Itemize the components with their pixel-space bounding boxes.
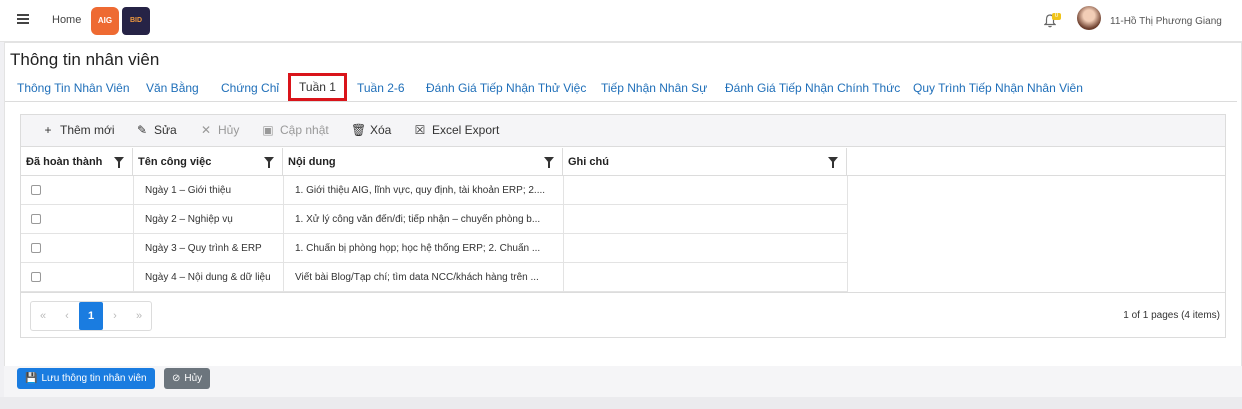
notification-badge: 0 bbox=[1052, 13, 1061, 20]
save-employee-label: Lưu thông tin nhân viên bbox=[41, 373, 147, 384]
pager-buttons: « ‹ 1 › » bbox=[30, 301, 152, 331]
task-name-cell: Ngày 2 – Nghiệp vụ bbox=[145, 214, 233, 225]
add-button[interactable]: + Thêm mới bbox=[41, 123, 115, 137]
main-panel: Thông tin nhân viên Thông Tin Nhân Viên … bbox=[4, 42, 1242, 397]
content-cell: 1. Giới thiệu AIG, lĩnh vực, quy định, t… bbox=[295, 185, 546, 196]
column-header-note[interactable]: Ghi chú bbox=[563, 148, 847, 176]
cancel-edit-label: Hủy bbox=[218, 123, 240, 137]
task-name-cell: Ngày 4 – Nội dung & dữ liệu bbox=[145, 272, 271, 283]
first-page-button[interactable]: « bbox=[31, 302, 55, 330]
content-cell: 1. Xử lý công văn đến/đi; tiếp nhận – ch… bbox=[295, 214, 541, 225]
save-icon: 💾 bbox=[25, 373, 38, 384]
filter-icon[interactable] bbox=[264, 157, 274, 168]
column-header-done-label: Đã hoàn thành bbox=[26, 156, 103, 168]
table-row[interactable]: Ngày 2 – Nghiệp vụ 1. Xử lý công văn đến… bbox=[21, 205, 847, 234]
last-page-button[interactable]: » bbox=[127, 302, 151, 330]
update-button-label: Cập nhật bbox=[280, 123, 329, 137]
filter-icon[interactable] bbox=[544, 157, 554, 168]
delete-button-label: Xóa bbox=[370, 123, 392, 137]
form-footer: 💾 Lưu thông tin nhân viên ⊘ Hủy bbox=[4, 366, 1242, 397]
menu-icon[interactable] bbox=[17, 14, 29, 24]
done-checkbox[interactable] bbox=[31, 214, 41, 224]
table-row[interactable]: Ngày 1 – Giới thiệu 1. Giới thiệu AIG, l… bbox=[21, 176, 847, 205]
table-row[interactable]: Ngày 4 – Nội dung & dữ liệu Viết bài Blo… bbox=[21, 263, 847, 292]
delete-button[interactable]: 🗑 Xóa bbox=[351, 123, 391, 137]
bid-logo[interactable]: BID bbox=[122, 7, 150, 35]
excel-export-button[interactable]: ☒ Excel Export bbox=[413, 123, 500, 137]
tab-official-review[interactable]: Đánh Giá Tiếp Nhận Chính Thức bbox=[725, 81, 900, 95]
done-checkbox[interactable] bbox=[31, 243, 41, 253]
column-header-content-label: Nội dung bbox=[288, 156, 336, 168]
pager-info: 1 of 1 pages (4 items) bbox=[1123, 310, 1220, 321]
filter-icon[interactable] bbox=[828, 157, 838, 168]
excel-export-label: Excel Export bbox=[432, 123, 500, 137]
cancel-button-label: Hủy bbox=[184, 373, 203, 384]
column-divider bbox=[563, 176, 564, 292]
pager: « ‹ 1 › » 1 of 1 pages (4 items) bbox=[21, 292, 1225, 338]
update-button[interactable]: ▣ Cập nhật bbox=[261, 123, 329, 137]
user-name[interactable]: 11-Hồ Thị Phương Giang bbox=[1110, 16, 1222, 27]
save-icon: ▣ bbox=[262, 123, 274, 137]
content-cell: Viết bài Blog/Tạp chí; tìm data NCC/khác… bbox=[295, 272, 539, 283]
column-header-note-label: Ghi chú bbox=[568, 156, 609, 168]
ban-icon: ⊘ bbox=[172, 373, 181, 384]
grid-toolbar: + Thêm mới ✎ Sửa ✕ Hủy ▣ Cập nhật 🗑 Xóa ☒ Exce… bbox=[21, 115, 1225, 147]
page-bottom bbox=[0, 397, 1242, 409]
trash-icon: 🗑 bbox=[351, 123, 367, 137]
excel-icon: ☒ bbox=[414, 123, 426, 137]
tab-week-2-6[interactable]: Tuần 2-6 bbox=[357, 81, 405, 95]
avatar[interactable] bbox=[1077, 6, 1101, 30]
tab-week-1[interactable]: Tuần 1 bbox=[288, 73, 347, 101]
column-header-done[interactable]: Đã hoàn thành bbox=[21, 148, 133, 176]
filter-icon[interactable] bbox=[114, 157, 124, 168]
tab-degrees[interactable]: Văn Bằng bbox=[146, 81, 199, 95]
table-row[interactable]: Ngày 3 – Quy trình & ERP 1. Chuẩn bị phò… bbox=[21, 234, 847, 263]
home-link[interactable]: Home bbox=[52, 14, 81, 26]
column-divider bbox=[847, 176, 848, 292]
edit-button-label: Sửa bbox=[154, 123, 177, 137]
tab-strip: Thông Tin Nhân Viên Văn Bằng Chứng Chỉ T… bbox=[5, 73, 1237, 102]
column-header-content[interactable]: Nội dung bbox=[283, 148, 563, 176]
tab-certificates[interactable]: Chứng Chỉ bbox=[221, 81, 279, 95]
column-header-task-name[interactable]: Tên công việc bbox=[133, 148, 283, 176]
close-icon: ✕ bbox=[200, 123, 212, 137]
tab-hr-onboarding[interactable]: Tiếp Nhận Nhân Sự bbox=[601, 81, 707, 95]
page-1-button[interactable]: 1 bbox=[79, 302, 103, 330]
save-employee-button[interactable]: 💾 Lưu thông tin nhân viên bbox=[17, 368, 155, 389]
task-name-cell: Ngày 3 – Quy trình & ERP bbox=[145, 243, 262, 254]
column-divider bbox=[133, 176, 134, 292]
column-header-spacer bbox=[847, 148, 1225, 176]
tab-employee-info[interactable]: Thông Tin Nhân Viên bbox=[17, 81, 130, 95]
next-page-button[interactable]: › bbox=[103, 302, 127, 330]
column-divider bbox=[283, 176, 284, 292]
aig-logo[interactable]: AIG bbox=[91, 7, 119, 35]
prev-page-button[interactable]: ‹ bbox=[55, 302, 79, 330]
cancel-button[interactable]: ⊘ Hủy bbox=[164, 368, 211, 389]
page-title: Thông tin nhân viên bbox=[10, 50, 160, 69]
add-button-label: Thêm mới bbox=[60, 123, 115, 137]
tab-probation-review[interactable]: Đánh Giá Tiếp Nhận Thử Việc bbox=[426, 81, 586, 95]
done-checkbox[interactable] bbox=[31, 272, 41, 282]
task-name-cell: Ngày 1 – Giới thiệu bbox=[145, 185, 232, 196]
done-checkbox[interactable] bbox=[31, 185, 41, 195]
cancel-edit-button[interactable]: ✕ Hủy bbox=[199, 123, 239, 137]
plus-icon: + bbox=[44, 123, 52, 137]
column-header-task-name-label: Tên công việc bbox=[138, 156, 212, 168]
edit-button[interactable]: ✎ Sửa bbox=[135, 123, 177, 137]
top-navbar: Home AIG BID 0 11-Hồ Thị Phương Giang bbox=[0, 0, 1242, 42]
pencil-icon: ✎ bbox=[136, 123, 148, 137]
tab-onboarding-process[interactable]: Quy Trình Tiếp Nhận Nhân Viên bbox=[913, 81, 1083, 95]
task-grid: + Thêm mới ✎ Sửa ✕ Hủy ▣ Cập nhật 🗑 Xóa ☒ Exce… bbox=[20, 114, 1226, 338]
content-cell: 1. Chuẩn bị phòng họp; học hệ thống ERP;… bbox=[295, 243, 541, 254]
